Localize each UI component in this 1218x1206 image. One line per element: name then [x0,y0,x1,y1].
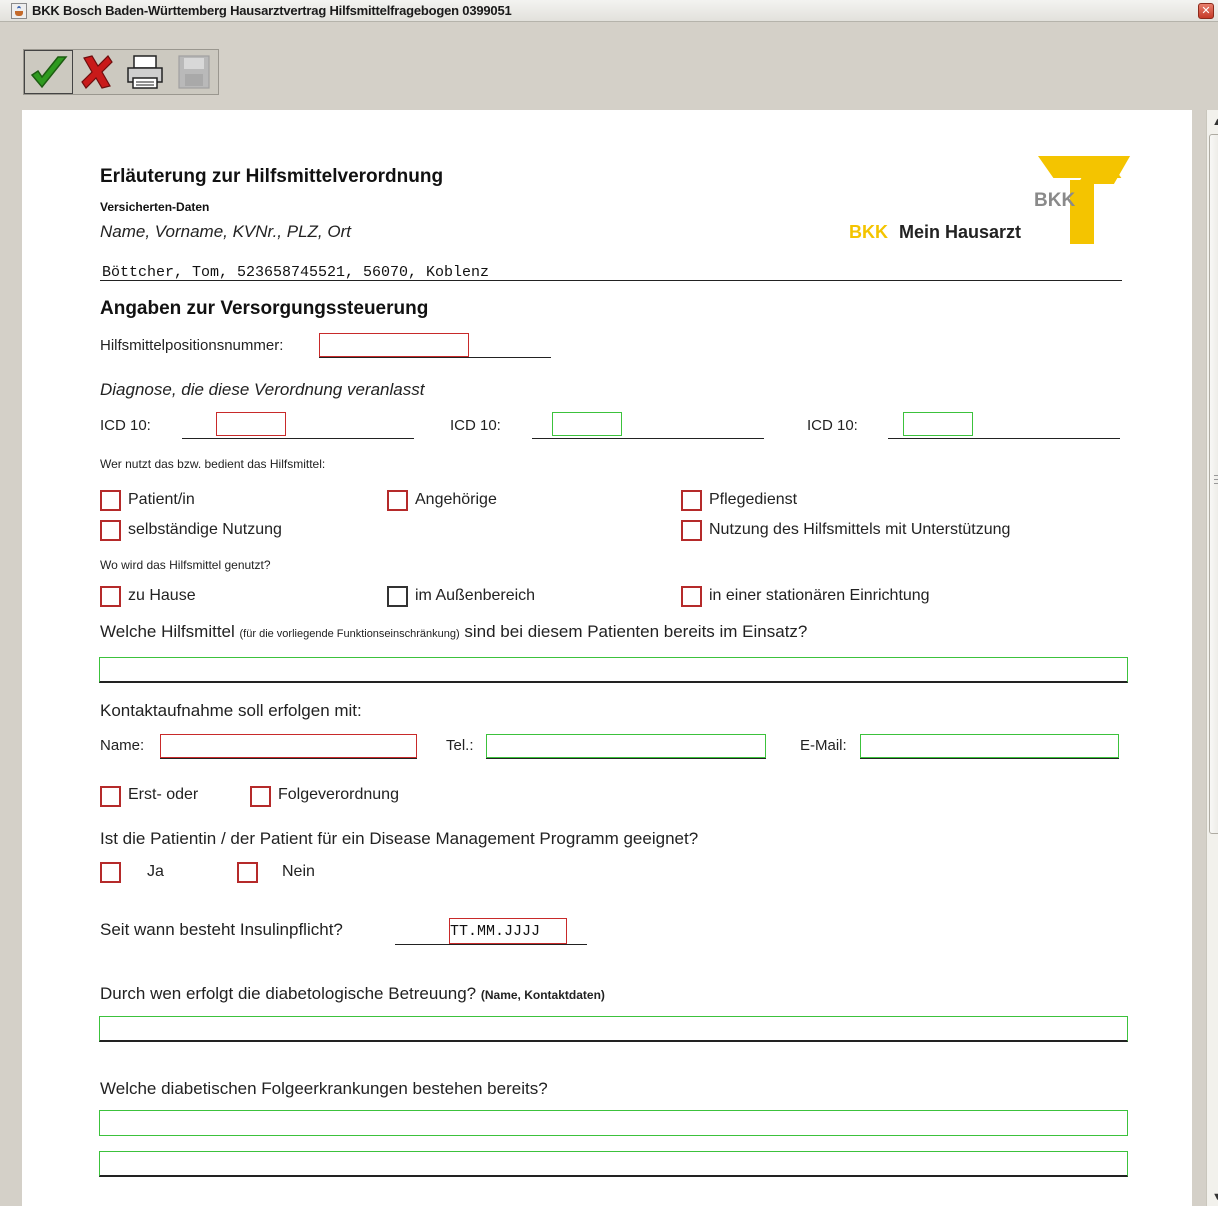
icd-label-3: ICD 10: [807,417,858,434]
checkbox-use-with-support[interactable] [681,520,702,541]
icd-input-2[interactable] [552,412,622,436]
disk-icon [177,55,210,89]
aids-question-note: (für die vorliegende Funktionseinschränk… [239,628,460,640]
logo-tagline: Mein Hausarzt [899,222,1022,242]
checkbox-outdoor[interactable] [387,586,408,607]
contact-tel-underline [486,758,766,759]
form-page: Erläuterung zur Hilfsmittelverordnung Ve… [22,110,1192,1206]
dmp-question: Ist die Patientin / der Patient für ein … [100,829,699,848]
complications-input-2[interactable] [99,1151,1128,1177]
form-viewport: Erläuterung zur Hilfsmittelverordnung Ve… [10,110,1218,1206]
cross-icon [80,55,113,89]
contact-email-underline [860,758,1119,759]
aids-question-end: sind bei diesem Patienten bereits im Ein… [464,622,808,641]
insulin-underline [395,944,587,945]
contact-tel-label: Tel.: [446,737,474,754]
confirm-button[interactable] [24,50,73,94]
toolbar-button-group [23,49,219,95]
icd-label-1: ICD 10: [100,417,151,434]
insured-data-label: Versicherten-Daten [100,200,210,214]
label-independent-use: selbständige Nutzung [128,521,282,538]
label-dmp-no: Nein [282,863,315,880]
diabetology-question-text: Durch wen erfolgt die diabetologische Be… [100,984,477,1003]
grip-icon [1214,475,1218,484]
section-care-heading: Angaben zur Versorgungssteuerung [100,298,429,319]
checkbox-independent-use[interactable] [100,520,121,541]
icd-input-3[interactable] [903,412,973,436]
checkbox-care-service[interactable] [681,490,702,511]
insulin-date-input[interactable]: TT.MM.JJJJ [449,918,567,944]
contact-name-underline [160,758,417,759]
checkbox-home[interactable] [100,586,121,607]
position-number-input[interactable] [319,333,469,357]
label-dmp-yes: Ja [147,863,164,880]
label-care-service: Pflegedienst [709,491,798,508]
diabetology-question: Durch wen erfolgt die diabetologische Be… [100,984,605,1004]
close-window-button[interactable]: ✕ [1198,3,1214,19]
print-button[interactable] [121,50,170,94]
diagnosis-label: Diagnose, die diese Verordnung veranlass… [100,380,425,399]
complications-question: Welche diabetischen Folgeerkrankungen be… [100,1079,548,1098]
label-home: zu Hause [128,587,196,604]
scroll-up-arrow-icon[interactable]: ▲ [1209,114,1218,131]
logo-brand-small: BKK [849,222,888,242]
who-uses-label: Wer nutzt das bzw. bedient das Hilfsmitt… [100,457,326,471]
label-first-prescription: Erst- oder [128,786,199,803]
aids-question-start: Welche Hilfsmittel [100,622,235,641]
position-number-underline [319,357,551,358]
checkbox-dmp-yes[interactable] [100,862,121,883]
label-inpatient: in einer stationären Einrichtung [709,587,930,604]
insured-underline [100,280,1122,281]
label-use-with-support: Nutzung des Hilfsmittels mit Unterstützu… [709,521,1011,538]
insured-fields-label: Name, Vorname, KVNr., PLZ, Ort [100,222,351,241]
label-outdoor: im Außenbereich [415,587,536,604]
save-button-disabled[interactable] [170,50,219,94]
aids-input[interactable] [99,657,1128,683]
insulin-date-placeholder: TT.MM.JJJJ [450,923,541,940]
contact-tel-input[interactable] [486,734,766,758]
label-follow-up-prescription: Folgeverordnung [278,786,399,803]
where-used-label: Wo wird das Hilfsmittel genutzt? [100,558,271,572]
checkbox-inpatient[interactable] [681,586,702,607]
complications-input-1[interactable] [99,1110,1128,1136]
diabetology-note: (Name, Kontaktdaten) [480,988,605,1002]
insured-value: Böttcher, Tom, 523658745521, 56070, Kobl… [102,264,490,281]
toolbar [0,22,1218,110]
contact-name-label: Name: [100,737,145,754]
icd-underline-3 [888,438,1120,439]
position-number-label: Hilfsmittelpositionsnummer: [100,337,284,354]
icd-underline-1 [182,438,414,439]
icd-input-1[interactable] [216,412,286,436]
label-relatives: Angehörige [415,491,497,508]
contact-email-input[interactable] [860,734,1119,758]
checkbox-patient[interactable] [100,490,121,511]
label-patient: Patient/in [128,491,195,508]
window-title: BKK Bosch Baden-Württemberg Hausarztvert… [32,3,512,18]
checkbox-follow-up-prescription[interactable] [250,786,271,807]
insulin-question: Seit wann besteht Insulinpflicht? [100,920,343,939]
vertical-scrollbar[interactable]: ▲ ▼ [1206,110,1218,1206]
printer-icon [127,55,163,89]
aids-question: Welche Hilfsmittel (für die vorliegende … [100,622,807,642]
diabetology-input[interactable] [99,1016,1128,1042]
icd-underline-2 [532,438,764,439]
title-bar: BKK Bosch Baden-Württemberg Hausarztvert… [0,0,1218,22]
logo-brand: BKK [1034,190,1076,211]
scroll-thumb[interactable] [1209,134,1218,834]
contact-label: Kontaktaufnahme soll erfolgen mit: [100,701,362,720]
form-heading: Erläuterung zur Hilfsmittelverordnung [100,166,444,187]
checkbox-dmp-no[interactable] [237,862,258,883]
java-app-icon [11,3,27,19]
checkbox-relatives[interactable] [387,490,408,511]
contact-name-input[interactable] [160,734,417,758]
checkbox-first-prescription[interactable] [100,786,121,807]
icd-label-2: ICD 10: [450,417,501,434]
checkmark-icon [30,56,68,89]
contact-email-label: E-Mail: [800,737,847,754]
scroll-down-arrow-icon[interactable]: ▼ [1209,1189,1218,1206]
cancel-button[interactable] [73,50,122,94]
